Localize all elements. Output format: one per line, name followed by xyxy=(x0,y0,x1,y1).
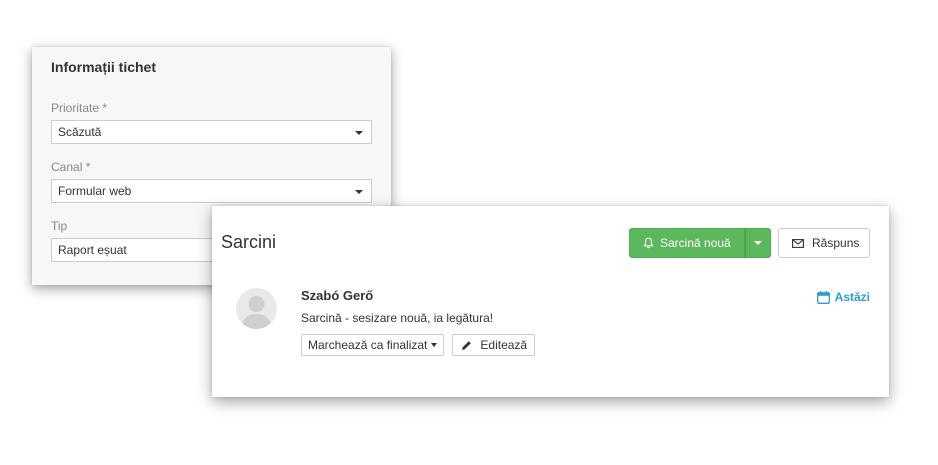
new-task-button-group: Sarcină nouă xyxy=(629,228,771,258)
chevron-down-icon xyxy=(355,131,363,135)
chevron-down-icon xyxy=(355,190,363,194)
reply-label: Răspuns xyxy=(812,236,860,250)
priority-select[interactable]: Scăzută xyxy=(51,120,372,144)
reply-button[interactable]: Răspuns xyxy=(778,228,870,258)
task-description: Sarcină - sesizare nouă, ia legătura! xyxy=(301,311,494,325)
pencil-icon xyxy=(462,340,472,350)
channel-field: Canal * Formular web xyxy=(51,160,372,203)
channel-value: Formular web xyxy=(58,184,132,198)
envelope-icon xyxy=(792,238,804,248)
due-date-link[interactable]: Astăzi xyxy=(816,290,870,304)
task-actions: Marchează ca finalizat Editează xyxy=(301,334,536,356)
channel-select[interactable]: Formular web xyxy=(51,179,372,203)
priority-label: Prioritate * xyxy=(51,101,108,115)
priority-field: Prioritate * Scăzută xyxy=(51,101,372,144)
stage: Informații tichet Prioritate * Scăzută C… xyxy=(0,0,938,465)
user-avatar-icon xyxy=(236,288,277,329)
chevron-down-icon xyxy=(431,343,438,347)
new-task-button[interactable]: Sarcină nouă xyxy=(629,228,745,258)
channel-label: Canal * xyxy=(51,160,91,174)
type-value: Raport eșuat xyxy=(58,243,127,257)
tasks-panel: Sarcini Sarcină nouă Răspuns Szabó Gerő … xyxy=(212,206,889,397)
new-task-label: Sarcină nouă xyxy=(660,236,731,250)
edit-button[interactable]: Editează xyxy=(452,334,536,356)
mark-done-button[interactable]: Marchează ca finalizat xyxy=(301,334,445,356)
chevron-down-icon xyxy=(754,241,762,245)
calendar-icon xyxy=(816,290,830,304)
new-task-dropdown-toggle[interactable] xyxy=(745,228,771,258)
mark-done-label: Marchează ca finalizat xyxy=(308,338,428,352)
due-date-label: Astăzi xyxy=(834,290,870,304)
bell-icon xyxy=(643,237,654,249)
ticket-info-title: Informații tichet xyxy=(51,59,157,75)
task-author: Szabó Gerő xyxy=(301,288,374,303)
priority-value: Scăzută xyxy=(58,125,102,139)
tasks-title: Sarcini xyxy=(221,232,277,252)
edit-label: Editează xyxy=(480,338,528,352)
